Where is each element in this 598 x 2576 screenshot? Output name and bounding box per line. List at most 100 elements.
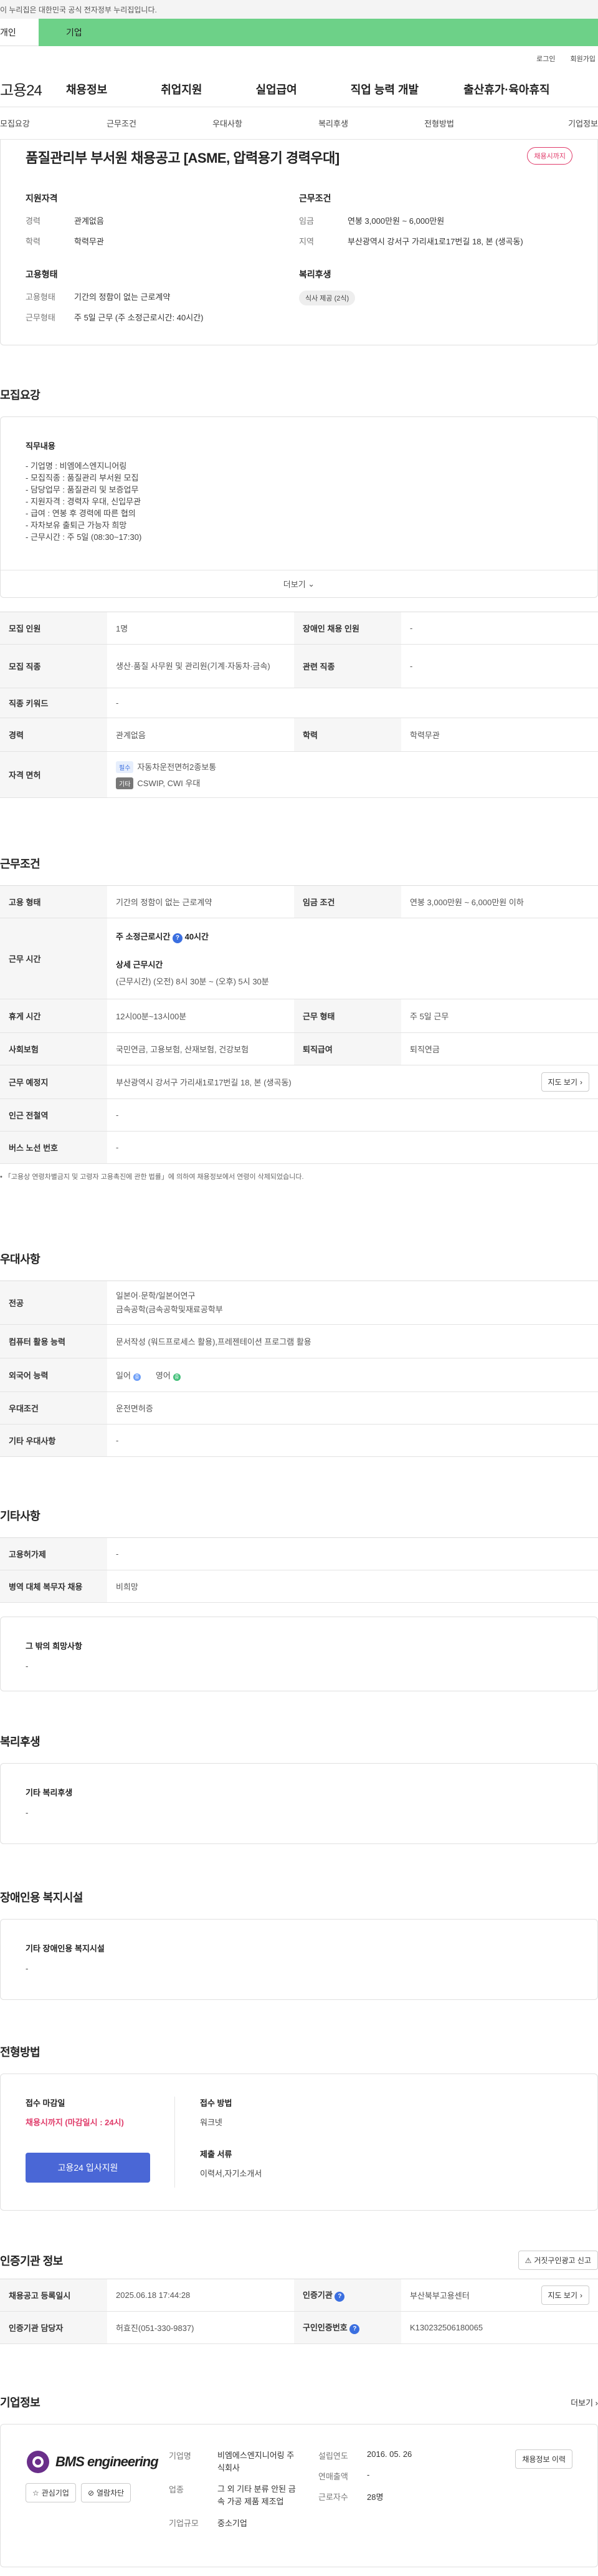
- hope-box: 그 밖의 희망사항 -: [0, 1617, 598, 1691]
- dis-section: 장애인용 복지시설 기타 장애인용 복지시설 -: [0, 1889, 598, 2000]
- gnb-leave[interactable]: 출산휴가·육아휴직: [429, 81, 559, 97]
- gnb-training[interactable]: 직업 능력 개발: [307, 81, 429, 97]
- sales-label: 연매출액: [318, 2472, 348, 2481]
- cond-heading: 근무조건: [299, 193, 331, 203]
- major-value: 일본어·문학/일본어연구 금속공학(금속공학및재료공학부: [107, 1281, 598, 1325]
- login-link[interactable]: 로그인: [536, 54, 555, 64]
- subnav-recruit[interactable]: 모집요강: [0, 117, 69, 129]
- emp-form-value: 주 5일 근무 (주 소정근로시간: 40시간): [74, 313, 204, 322]
- agency-title: 인증기관 정보: [0, 2254, 63, 2267]
- signup-link[interactable]: 회원가입: [571, 54, 596, 64]
- region-value: 부산광역시 강서구 가리새1로17번길 18, 본 (생곡동): [348, 237, 523, 246]
- company-more-link[interactable]: 더보기 ›: [571, 2396, 598, 2408]
- dis-box: 기타 장애인용 복지시설 -: [0, 1919, 598, 2000]
- hope-text: -: [26, 1661, 29, 1671]
- gnb-unemployment[interactable]: 실업급여: [212, 81, 307, 97]
- qual-heading: 지원자격: [26, 193, 58, 203]
- deadline-badge: 채용시까지: [527, 147, 572, 165]
- gnb-jobs[interactable]: 채용정보: [56, 81, 117, 97]
- welfare-chip: 식사 제공 (2식): [299, 291, 356, 305]
- subnav-welfare[interactable]: 복리후생: [280, 117, 386, 129]
- gov-banner-text: 이 누리집은 대한민국 공식 전자정부 누리집입니다.: [0, 5, 157, 14]
- emp-type-label: 고용형태: [26, 292, 55, 302]
- company-name-value: 비엠에스엔지니어링 주식회사: [217, 2451, 295, 2473]
- size-label: 기업규모: [169, 2519, 199, 2528]
- work-form-value: 주 5일 근무: [401, 999, 598, 1033]
- top-links: 로그인 회원가입: [0, 46, 598, 71]
- edu-value: 학력무관: [401, 718, 598, 752]
- org-value: 부산북부고용센터 지도 보기 ›: [401, 2279, 598, 2312]
- help-icon[interactable]: ?: [349, 2324, 360, 2334]
- block-label: 열람차단: [97, 2489, 125, 2497]
- etc-tag: 기타: [116, 777, 134, 789]
- company-logo-icon: [27, 2451, 49, 2473]
- job-history-button[interactable]: 채용정보 이력: [515, 2449, 572, 2469]
- apply-button[interactable]: 고용24 입사지원: [26, 2153, 150, 2183]
- emp-heading: 고용형태: [26, 269, 58, 279]
- org-text: 부산북부고용센터: [410, 2291, 470, 2300]
- block-button[interactable]: ⊘ 열람차단: [80, 2483, 131, 2502]
- help-icon[interactable]: ?: [172, 933, 183, 943]
- site-logo[interactable]: 고용24: [0, 78, 56, 100]
- license-1: 자동차운전면허2종보통: [137, 762, 217, 772]
- tab-personal[interactable]: 개인: [0, 19, 39, 46]
- rest-label: 휴게 시간: [0, 999, 107, 1033]
- welfare-section: 복리후생 기타 복리후생 -: [0, 1733, 598, 1844]
- org-label-text: 인증기관: [303, 2290, 333, 2300]
- work-time-value: 주 소정근로시간 ? 40시간 상세 근무시간 (근무시간) (오전) 8시 3…: [107, 918, 598, 999]
- pref-section: 우대사항 전공 일본어·문학/일본어연구 금속공학(금속공학및재료공학부 컴퓨터 활…: [0, 1251, 598, 1457]
- process-title: 전형방법: [0, 2046, 40, 2059]
- agency-map-button[interactable]: 지도 보기 ›: [541, 2285, 589, 2305]
- company-title: 기업정보: [0, 2396, 40, 2409]
- gnb-employment-support[interactable]: 취업지원: [117, 81, 212, 97]
- sales-value: -: [367, 2470, 370, 2479]
- favorite-button[interactable]: ☆ 관심기업: [26, 2483, 76, 2502]
- age-note-text: 「고용상 연령차별금지 및 고령자 고용촉진에 관한 법률」에 의하여 채용정보…: [4, 1173, 304, 1181]
- level-badge: 중: [133, 1373, 141, 1381]
- subnav-process[interactable]: 전형방법: [386, 117, 492, 129]
- dis-count-label: 장애인 채용 인원: [294, 612, 401, 645]
- emp-type-value: 기간의 정함이 없는 근로계약: [74, 292, 171, 302]
- bus-value: -: [107, 1131, 598, 1164]
- license-2: CSWIP, CWI 우대: [137, 778, 201, 788]
- military-label: 병역 대체 복무자 채용: [0, 1570, 107, 1603]
- qual-career-label: 경력: [26, 216, 40, 226]
- reg-label: 채용공고 등록일시: [0, 2279, 107, 2312]
- manager-value: 허효진(051-330-9837): [107, 2311, 294, 2344]
- pref-table: 전공 일본어·문학/일본어연구 금속공학(금속공학및재료공학부 컴퓨터 활용 능력 문…: [0, 1281, 598, 1457]
- recruit-title: 모집요강: [0, 389, 40, 401]
- pref-title: 우대사항: [0, 1253, 40, 1266]
- map-button[interactable]: 지도 보기 ›: [541, 1072, 589, 1092]
- subnav-pref[interactable]: 우대사항: [174, 117, 280, 129]
- weekly-hours-label: 주 소정근로시간: [116, 932, 171, 941]
- job-title: 품질관리부 부서원 채용공고 [ASME, 압력용기 경력우대]: [26, 150, 339, 166]
- work-table: 고용 형태 기간의 정함이 없는 근로계약 임금 조건 연봉 3,000만원 ~ 6,…: [0, 885, 598, 1164]
- process-box: 접수 마감일 채용시까지 (마감일시 : 24시) 고용24 입사지원 접수 방…: [0, 2074, 598, 2211]
- emp-form-label: 근무형태: [26, 313, 55, 322]
- dis-title: 장애인용 복지시설: [0, 1891, 83, 1904]
- place-text: 부산광역시 강서구 가리새1로17번길 18, 본 (생곡동): [116, 1078, 292, 1087]
- report-label: 거짓구인광고 신고: [534, 2256, 591, 2265]
- help-icon[interactable]: ?: [335, 2292, 345, 2302]
- founded-value: 2016. 05. 26: [367, 2449, 412, 2459]
- method-label: 접수 방법: [200, 2098, 232, 2108]
- subway-label: 인근 전철역: [0, 1098, 107, 1132]
- work-type-value: 기간의 정함이 없는 근로계약: [107, 885, 294, 918]
- dis-etc-heading: 기타 장애인용 복지시설: [26, 1944, 105, 1953]
- report-button[interactable]: ⚠ 거짓구인광고 신고: [518, 2251, 598, 2270]
- chevron-down-icon: ⌄: [308, 579, 315, 589]
- subnav-company[interactable]: 기업정보: [492, 117, 598, 129]
- work-time-label: 근무 시간: [0, 918, 107, 999]
- welfare-etc-text: -: [26, 1808, 29, 1817]
- subnav-work[interactable]: 근무조건: [69, 117, 174, 129]
- more-button[interactable]: 더보기 ⌄: [1, 570, 597, 597]
- docs-value: 이력서,자기소개서: [200, 2169, 262, 2178]
- favorite-label: 관심기업: [41, 2489, 69, 2497]
- tab-company[interactable]: 기업: [39, 19, 598, 46]
- subway-value: -: [107, 1098, 598, 1132]
- insurance-label: 사회보험: [0, 1032, 107, 1065]
- method-value: 워크넷: [200, 2118, 222, 2127]
- org-label: 인증기관 ?: [294, 2279, 401, 2312]
- pref-cond-label: 우대조건: [0, 1391, 107, 1425]
- deadline-label: 접수 마감일: [26, 2098, 65, 2108]
